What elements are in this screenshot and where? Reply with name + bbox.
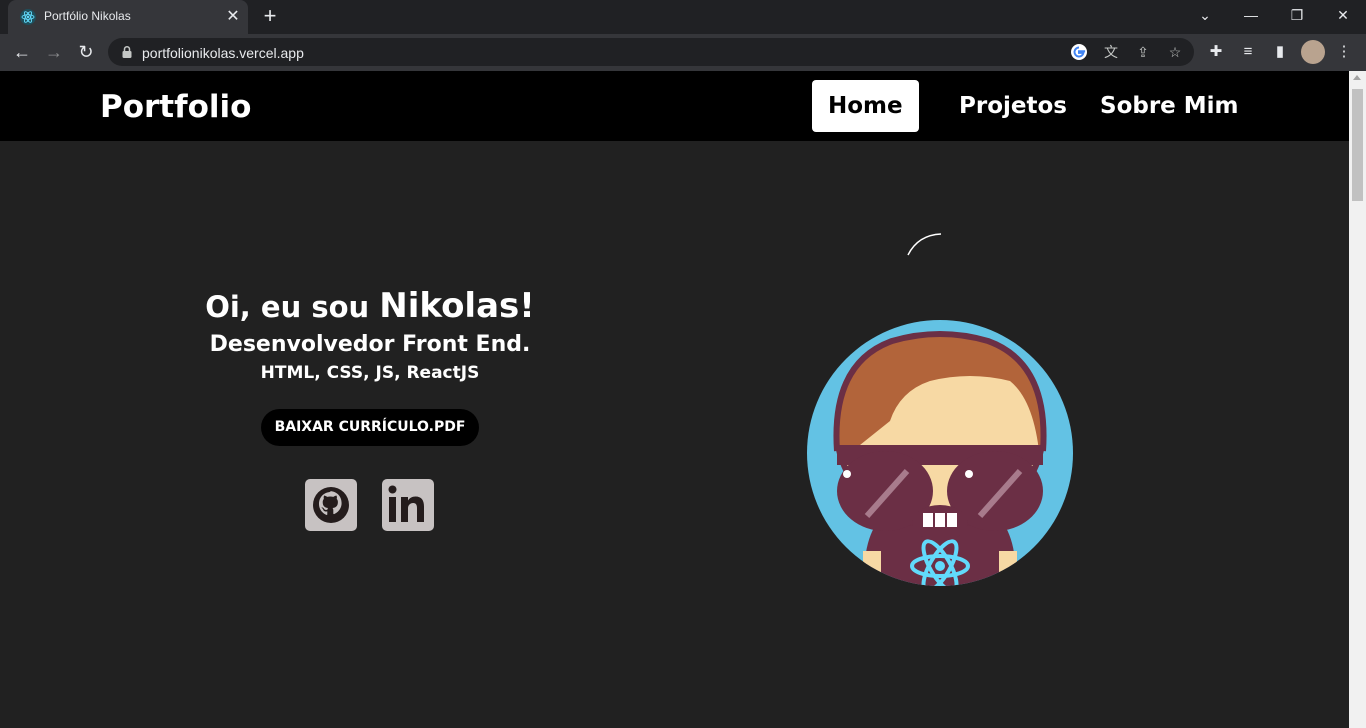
nav-link-projetos[interactable]: Projetos [943, 80, 1083, 132]
reload-icon[interactable]: ↻ [73, 39, 99, 65]
browser-tab[interactable]: Portfólio Nikolas ✕ [8, 0, 248, 34]
close-window-icon[interactable]: ✕ [1320, 0, 1366, 34]
github-icon [313, 487, 349, 523]
address-bar[interactable]: portfolionikolas.vercel.app 文 ⇪ ☆ [108, 38, 1194, 66]
site-navbar: Portfolio Home Projetos Sobre Mim [0, 71, 1349, 141]
url-text: portfolionikolas.vercel.app [142, 45, 304, 61]
menu-kebab-icon[interactable]: ⋮ [1334, 42, 1354, 62]
page-viewport: Portfolio Home Projetos Sobre Mim Oi, eu… [0, 71, 1349, 728]
new-tab-icon[interactable]: + [258, 5, 282, 29]
forward-icon[interactable]: → [41, 39, 67, 65]
site-brand[interactable]: Portfolio [100, 89, 251, 125]
tab-search-icon[interactable]: ⌄ [1182, 0, 1228, 34]
linkedin-icon [388, 485, 424, 522]
hero-name: Nikolas! [379, 286, 535, 326]
github-link[interactable] [305, 479, 357, 531]
browser-toolbar: ← → ↻ portfolionikolas.vercel.app 文 ⇪ ☆ … [0, 34, 1366, 71]
profile-avatar-icon[interactable] [1301, 40, 1325, 64]
share-icon[interactable]: ⇪ [1134, 43, 1152, 61]
media-control-icon[interactable]: ≡ [1238, 42, 1258, 62]
scroll-up-icon[interactable] [1353, 75, 1361, 80]
restore-icon[interactable]: ❐ [1274, 0, 1320, 34]
tab-title: Portfólio Nikolas [44, 9, 131, 23]
page-scrollbar[interactable] [1349, 71, 1366, 728]
hero-skills: HTML, CSS, JS, ReactJS [260, 363, 480, 383]
browser-titlebar: Portfólio Nikolas ✕ + ⌄ — ❐ ✕ [0, 0, 1366, 34]
minimize-icon[interactable]: — [1228, 0, 1274, 34]
nav-link-sobre-mim[interactable]: Sobre Mim [1084, 80, 1255, 132]
greeting-text: Oi, eu sou [205, 290, 380, 324]
hero-role: Desenvolvedor Front End. [209, 332, 531, 357]
hero-text: Oi, eu sou Nikolas! Desenvolvedor Front … [170, 281, 570, 386]
react-favicon-icon [20, 9, 36, 25]
close-tab-icon[interactable]: ✕ [224, 8, 242, 26]
lock-icon [122, 45, 132, 58]
avatar-illustration [807, 233, 1073, 586]
download-cv-button[interactable]: BAIXAR CURRÍCULO.PDF [261, 409, 479, 446]
back-icon[interactable]: ← [9, 39, 35, 65]
hero-greeting: Oi, eu sou Nikolas! [170, 281, 570, 332]
scroll-thumb[interactable] [1352, 89, 1363, 201]
side-panel-icon[interactable]: ▮ [1270, 42, 1290, 62]
linkedin-link[interactable] [382, 479, 434, 531]
extensions-icon[interactable]: ✚ [1206, 42, 1226, 62]
bookmark-star-icon[interactable]: ☆ [1166, 43, 1184, 61]
translate-icon[interactable]: 文 [1102, 43, 1120, 61]
nav-link-home[interactable]: Home [812, 80, 919, 132]
google-icon[interactable] [1070, 43, 1088, 61]
